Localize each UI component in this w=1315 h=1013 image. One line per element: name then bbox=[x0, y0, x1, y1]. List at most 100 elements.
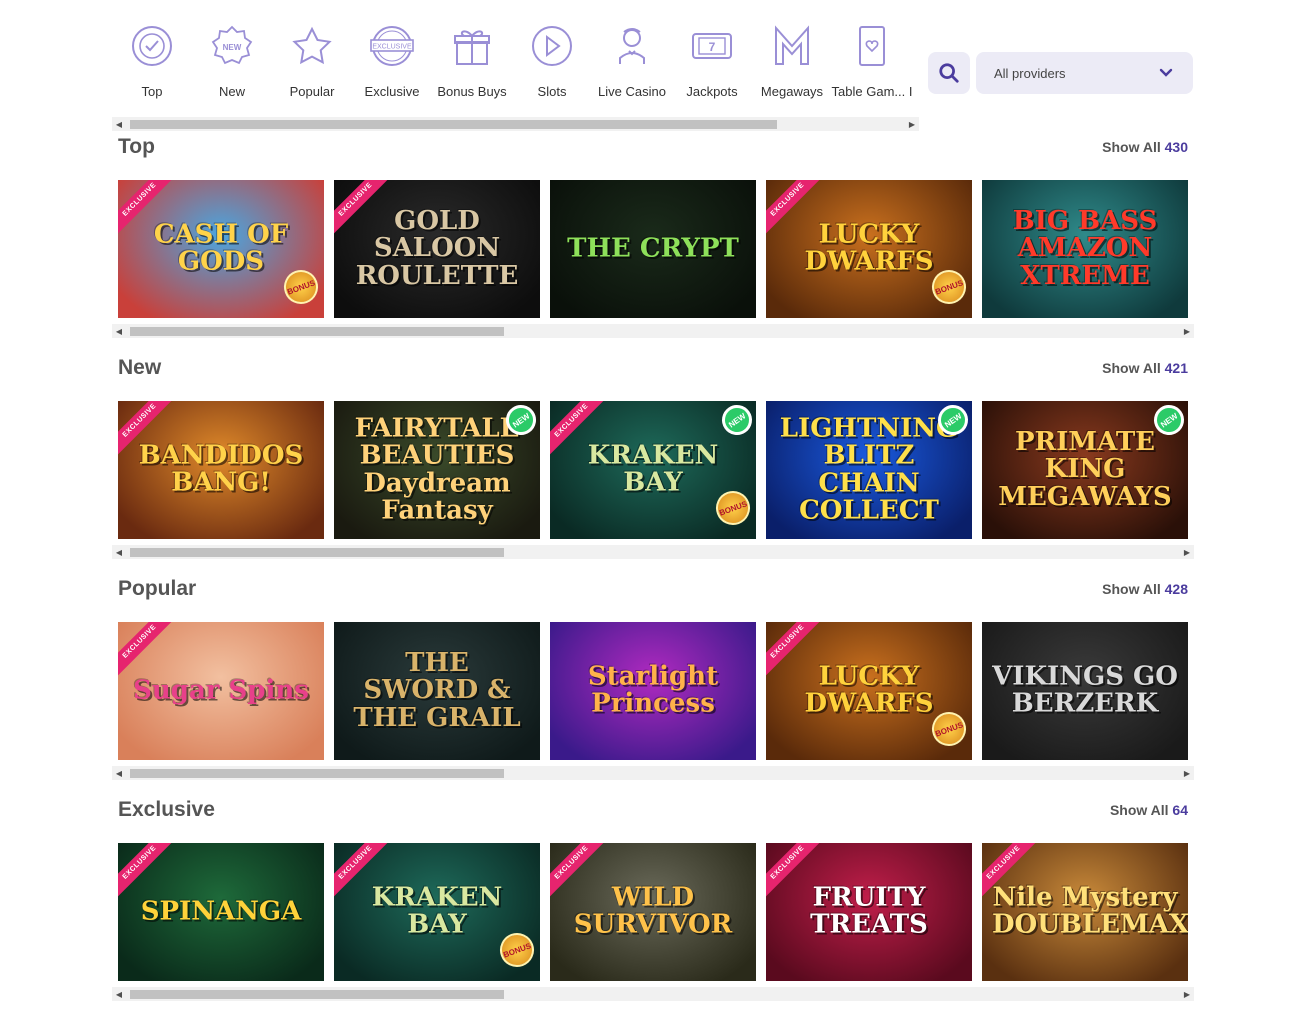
show-all-link[interactable]: Show All 428 bbox=[1102, 581, 1188, 597]
scrollbar-thumb[interactable] bbox=[130, 769, 504, 778]
play-icon bbox=[530, 22, 574, 70]
category-top[interactable]: Top bbox=[112, 22, 192, 110]
scroll-right-arrow-icon[interactable]: ▶ bbox=[1180, 324, 1194, 338]
show-all-link[interactable]: Show All 430 bbox=[1102, 139, 1188, 155]
category-jackpots[interactable]: 7 Jackpots bbox=[672, 22, 752, 110]
scrollbar-thumb[interactable] bbox=[130, 120, 777, 129]
carousel-scrollbar[interactable]: ◀ ▶ bbox=[112, 987, 1194, 1001]
show-all-count: 428 bbox=[1164, 581, 1188, 597]
category-exclusive[interactable]: EXCLUSIVE Exclusive bbox=[352, 22, 432, 110]
category-bonus-buys[interactable]: Bonus Buys bbox=[432, 22, 512, 110]
scrollbar-thumb[interactable] bbox=[130, 990, 504, 999]
game-title: FRUITY TREATS bbox=[810, 882, 928, 940]
game-card[interactable]: VIKINGS GO BERZERK bbox=[982, 622, 1188, 760]
section-title: New bbox=[118, 356, 162, 379]
game-card[interactable]: FAIRYTALE BEAUTIES Daydream Fantasy NEW bbox=[334, 401, 540, 539]
category-label: New bbox=[218, 84, 245, 99]
category-nav-scrollbar[interactable]: ◀ ▶ bbox=[112, 117, 919, 131]
game-title: KRAKEN BAY bbox=[587, 440, 719, 498]
show-all-count: 430 bbox=[1164, 139, 1188, 155]
category-popular[interactable]: Popular bbox=[272, 22, 352, 110]
game-title: BANDIDOS BANG! bbox=[138, 440, 304, 498]
game-title: LUCKY DWARFS bbox=[804, 219, 934, 277]
game-card[interactable]: THE SWORD & THE GRAIL bbox=[334, 622, 540, 760]
star-icon bbox=[290, 22, 334, 70]
svg-text:EXCLUSIVE: EXCLUSIVE bbox=[372, 44, 412, 51]
category-new[interactable]: NEW New bbox=[192, 22, 272, 110]
section-exclusive: Exclusive Show All 64 SPINANGA EXCLUSIVE… bbox=[112, 798, 1194, 1008]
game-card[interactable]: LIGHTNING BLITZ CHAIN COLLECT NEW bbox=[766, 401, 972, 539]
scroll-left-arrow-icon[interactable]: ◀ bbox=[112, 987, 126, 1001]
scroll-left-arrow-icon[interactable]: ◀ bbox=[112, 766, 126, 780]
game-title: CASH OF GODS bbox=[153, 219, 289, 277]
game-card[interactable]: WILD SURVIVOR EXCLUSIVE bbox=[550, 843, 756, 981]
svg-text:7: 7 bbox=[709, 40, 716, 54]
game-carousel: BANDIDOS BANG! EXCLUSIVE FAIRYTALE BEAUT… bbox=[118, 401, 1188, 539]
top-badge-icon bbox=[130, 22, 174, 70]
carousel-scrollbar[interactable]: ◀ ▶ bbox=[112, 766, 1194, 780]
scrollbar-thumb[interactable] bbox=[130, 548, 504, 557]
section-popular: Popular Show All 428 Sugar Spins EXCLUSI… bbox=[112, 577, 1194, 787]
provider-select-value: All providers bbox=[994, 65, 1066, 81]
game-card[interactable]: KRAKEN BAY EXCLUSIVE BONUS bbox=[334, 843, 540, 981]
scroll-left-arrow-icon[interactable]: ◀ bbox=[112, 324, 126, 338]
section-title: Exclusive bbox=[118, 798, 215, 821]
game-title: LUCKY DWARFS bbox=[804, 661, 934, 719]
game-card[interactable]: FRUITY TREATS EXCLUSIVE bbox=[766, 843, 972, 981]
provider-select[interactable]: All providers bbox=[976, 52, 1193, 94]
scrollbar-thumb[interactable] bbox=[130, 327, 504, 336]
game-title: BIG BASS AMAZON XTREME bbox=[1012, 206, 1158, 291]
game-card[interactable]: THE CRYPT bbox=[550, 180, 756, 318]
show-all-link[interactable]: Show All 421 bbox=[1102, 360, 1188, 376]
section-title: Top bbox=[118, 135, 155, 158]
game-title: SPINANGA bbox=[140, 896, 302, 927]
game-card[interactable]: Starlight Princess bbox=[550, 622, 756, 760]
show-all-link[interactable]: Show All 64 bbox=[1110, 802, 1188, 818]
game-card[interactable]: BIG BASS AMAZON XTREME bbox=[982, 180, 1188, 318]
search-button[interactable] bbox=[928, 52, 970, 94]
show-all-label: Show All bbox=[1102, 581, 1161, 597]
megaways-m-icon bbox=[770, 22, 814, 70]
scroll-right-arrow-icon[interactable]: ▶ bbox=[1180, 766, 1194, 780]
section-title: Popular bbox=[118, 577, 197, 600]
game-title: Starlight Princess bbox=[587, 661, 719, 719]
game-card[interactable]: PRIMATE KING MEGAWAYS NEW bbox=[982, 401, 1188, 539]
category-slots[interactable]: Slots bbox=[512, 22, 592, 110]
scroll-right-arrow-icon[interactable]: ▶ bbox=[905, 117, 919, 131]
game-card[interactable]: GOLD SALOON ROULETTE EXCLUSIVE bbox=[334, 180, 540, 318]
game-carousel: SPINANGA EXCLUSIVE KRAKEN BAY EXCLUSIVE … bbox=[118, 843, 1188, 981]
game-card[interactable]: CASH OF GODS EXCLUSIVE BONUS bbox=[118, 180, 324, 318]
show-all-label: Show All bbox=[1109, 802, 1169, 818]
game-card[interactable]: LUCKY DWARFS EXCLUSIVE BONUS bbox=[766, 180, 972, 318]
category-label: Top bbox=[141, 84, 163, 99]
carousel-scrollbar[interactable]: ◀ ▶ bbox=[112, 324, 1194, 338]
game-card[interactable]: BANDIDOS BANG! EXCLUSIVE bbox=[118, 401, 324, 539]
game-card[interactable]: KRAKEN BAY EXCLUSIVE BONUS NEW bbox=[550, 401, 756, 539]
category-label: Slots bbox=[537, 84, 567, 99]
category-label: Popular bbox=[289, 84, 335, 99]
scroll-right-arrow-icon[interactable]: ▶ bbox=[1180, 987, 1194, 1001]
game-title: GOLD SALOON ROULETTE bbox=[355, 206, 519, 291]
category-label: Bonus Buys bbox=[437, 84, 507, 99]
category-megaways[interactable]: Megaways bbox=[752, 22, 832, 110]
scroll-right-arrow-icon[interactable]: ▶ bbox=[1180, 545, 1194, 559]
section-new: New Show All 421 BANDIDOS BANG! EXCLUSIV… bbox=[112, 356, 1194, 566]
show-all-count: 64 bbox=[1172, 802, 1188, 818]
game-card[interactable]: SPINANGA EXCLUSIVE bbox=[118, 843, 324, 981]
game-card[interactable]: Sugar Spins EXCLUSIVE bbox=[118, 622, 324, 760]
show-all-label: Show All bbox=[1102, 139, 1161, 155]
playing-card-icon bbox=[850, 22, 894, 70]
game-card[interactable]: Nile Mystery DOUBLEMAX EXCLUSIVE bbox=[982, 843, 1188, 981]
game-carousel: CASH OF GODS EXCLUSIVE BONUS GOLD SALOON… bbox=[118, 180, 1188, 318]
game-title: VIKINGS GO BERZERK bbox=[992, 661, 1178, 719]
category-table-gam-i[interactable]: Table Gam... I bbox=[832, 22, 912, 110]
carousel-scrollbar[interactable]: ◀ ▶ bbox=[112, 545, 1194, 559]
scroll-left-arrow-icon[interactable]: ◀ bbox=[112, 545, 126, 559]
game-card[interactable]: LUCKY DWARFS EXCLUSIVE BONUS bbox=[766, 622, 972, 760]
dealer-icon bbox=[610, 22, 654, 70]
game-title: PRIMATE KING MEGAWAYS bbox=[998, 427, 1172, 512]
category-live-casino[interactable]: Live Casino bbox=[592, 22, 672, 110]
category-label: Megaways bbox=[760, 84, 824, 99]
scroll-left-arrow-icon[interactable]: ◀ bbox=[112, 117, 126, 131]
slot-777-icon: 7 bbox=[690, 22, 734, 70]
